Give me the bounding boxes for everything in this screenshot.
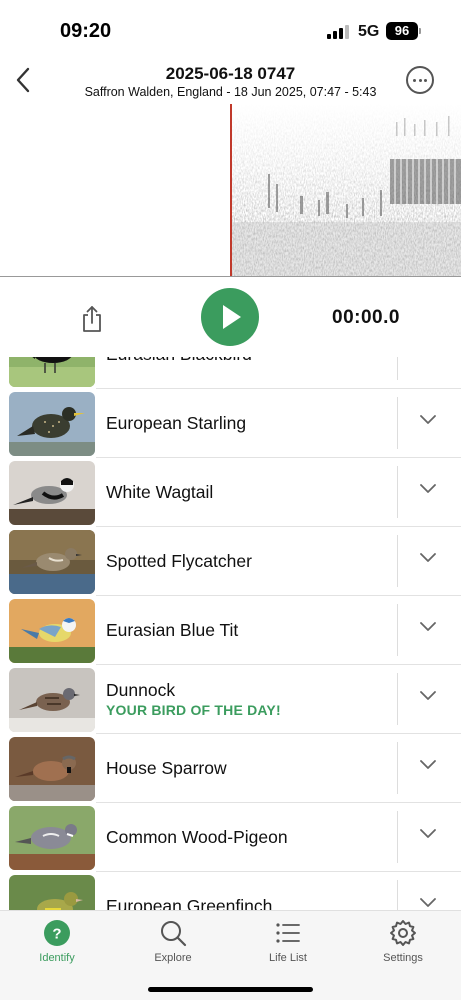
list-item[interactable]: European Greenfinch [0,872,461,910]
play-button[interactable] [201,288,259,346]
species-thumbnail [9,357,95,387]
share-button[interactable] [79,305,105,333]
cellular-signal-icon [327,25,349,39]
question-circle-icon: ? [44,920,70,946]
chevron-down-icon[interactable] [420,825,436,841]
bird-of-the-day-badge: YOUR BIRD OF THE DAY! [106,702,281,718]
row-divider [397,466,398,518]
tab-identify[interactable]: ? Identify [12,919,102,971]
chevron-down-icon[interactable] [420,357,436,358]
species-thumbnail [9,461,95,525]
recording-subtitle: Saffron Walden, England - 18 Jun 2025, 0… [84,85,377,99]
search-icon [161,921,187,947]
species-name: European Greenfinch [106,896,273,910]
svg-text:?: ? [52,926,61,943]
species-thumbnail [9,737,95,801]
play-icon [223,305,241,329]
species-name: Eurasian Blue Tit [106,620,239,640]
chevron-down-icon[interactable] [420,687,436,703]
species-name: Dunnock [106,680,176,700]
tab-label: Settings [383,952,423,964]
row-divider [397,742,398,794]
species-name: White Wagtail [106,482,214,502]
row-divider [397,357,398,380]
species-thumbnail [9,806,95,870]
species-thumbnail [9,392,95,456]
row-divider [397,811,398,863]
tab-explore[interactable]: Explore [128,919,218,971]
row-divider [397,604,398,656]
list-item[interactable]: Eurasian Blue Tit [0,596,461,665]
recording-header: 2025-06-18 0747 Saffron Walden, England … [0,58,461,104]
list-item[interactable]: European Starling [0,389,461,458]
home-indicator [148,987,313,992]
row-divider [397,673,398,725]
chevron-down-icon[interactable] [420,549,436,565]
species-list-content: Eurasian Blackbird European Starling Whi… [0,357,461,910]
chevron-down-icon[interactable] [420,618,436,634]
share-icon [83,306,101,332]
species-name: European Starling [106,413,247,433]
status-bar: 09:20 5G 96 [0,0,461,58]
list-item-bird-of-the-day[interactable]: Dunnock YOUR BIRD OF THE DAY! [0,665,461,734]
list-item[interactable]: Common Wood-Pigeon [0,803,461,872]
species-thumbnail [9,599,95,663]
chevron-down-icon[interactable] [420,756,436,772]
list-icon [276,923,300,943]
battery-tip [419,28,421,34]
tab-label: Explore [154,952,192,964]
row-divider [397,397,398,449]
row-divider [397,535,398,587]
playback-timer: 00:00.0 [332,307,400,328]
species-name: Spotted Flycatcher [106,551,252,571]
battery-icon: 96 [386,22,418,40]
list-item[interactable]: Eurasian Blackbird [0,357,461,389]
more-options-button[interactable] [406,66,434,94]
gear-icon [390,920,416,946]
status-time: 09:20 [60,20,112,42]
species-thumbnail [9,668,95,732]
list-item[interactable]: House Sparrow [0,734,461,803]
tab-label: Life List [269,952,307,964]
tab-label: Identify [39,952,75,964]
species-thumbnail [9,530,95,594]
species-name: Common Wood-Pigeon [106,827,288,847]
species-name: Eurasian Blackbird [106,357,252,365]
network-label: 5G [358,23,380,40]
row-divider [397,880,398,910]
species-list[interactable]: Eurasian Blackbird European Starling Whi… [0,357,461,910]
species-name: House Sparrow [106,758,227,778]
species-thumbnail [9,875,95,910]
tab-settings[interactable]: Settings [358,919,448,971]
list-item[interactable]: Spotted Flycatcher [0,527,461,596]
recording-title: 2025-06-18 0747 [165,64,296,83]
playhead-line[interactable] [230,104,232,276]
spectrogram[interactable] [0,104,461,276]
chevron-down-icon[interactable] [420,411,436,427]
chevron-down-icon[interactable] [420,480,436,496]
chevron-down-icon[interactable] [420,894,436,910]
list-item[interactable]: White Wagtail [0,458,461,527]
playback-controls: 00:00.0 [0,277,461,357]
tab-life-list[interactable]: Life List [243,919,333,971]
